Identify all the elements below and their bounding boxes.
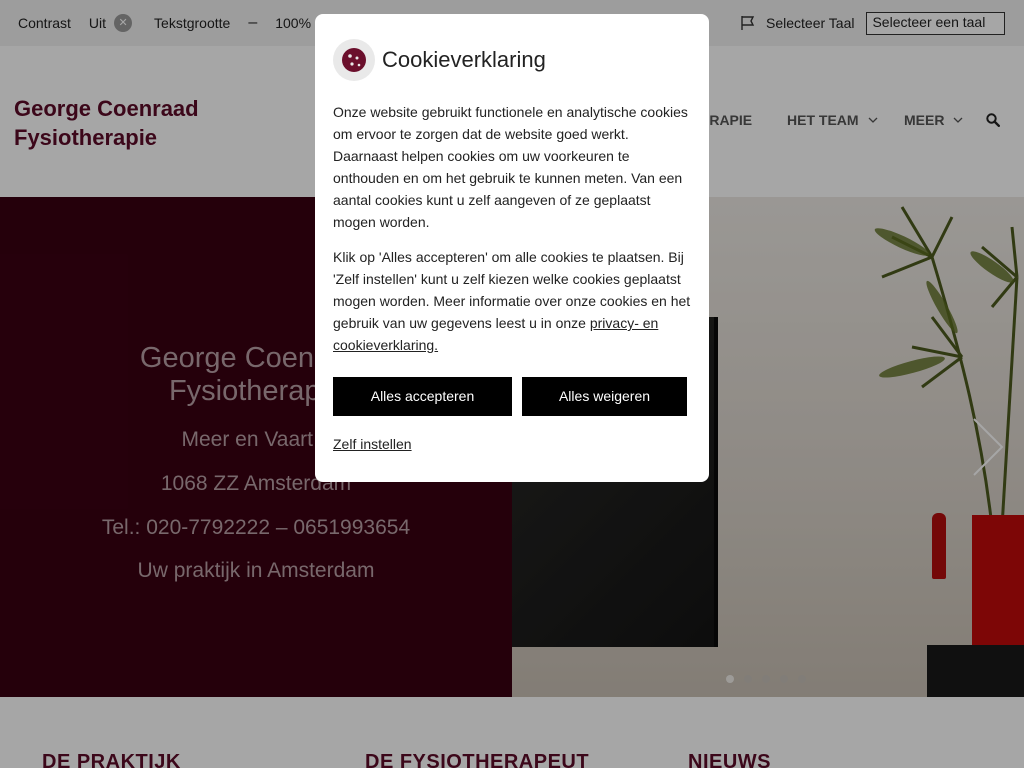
custom-settings-link[interactable]: Zelf instellen bbox=[333, 436, 412, 452]
reject-all-button[interactable]: Alles weigeren bbox=[522, 377, 687, 416]
accept-all-button[interactable]: Alles accepteren bbox=[333, 377, 512, 416]
cookie-icon bbox=[333, 39, 375, 81]
cookie-dialog: Cookieverklaring Onze website gebruikt f… bbox=[315, 14, 709, 482]
cookie-info-text: Klik op 'Alles accepteren' om alle cooki… bbox=[333, 246, 693, 356]
cookie-dialog-title: Cookieverklaring bbox=[382, 47, 546, 72]
cookie-intro-text: Onze website gebruikt functionele en ana… bbox=[333, 104, 688, 230]
